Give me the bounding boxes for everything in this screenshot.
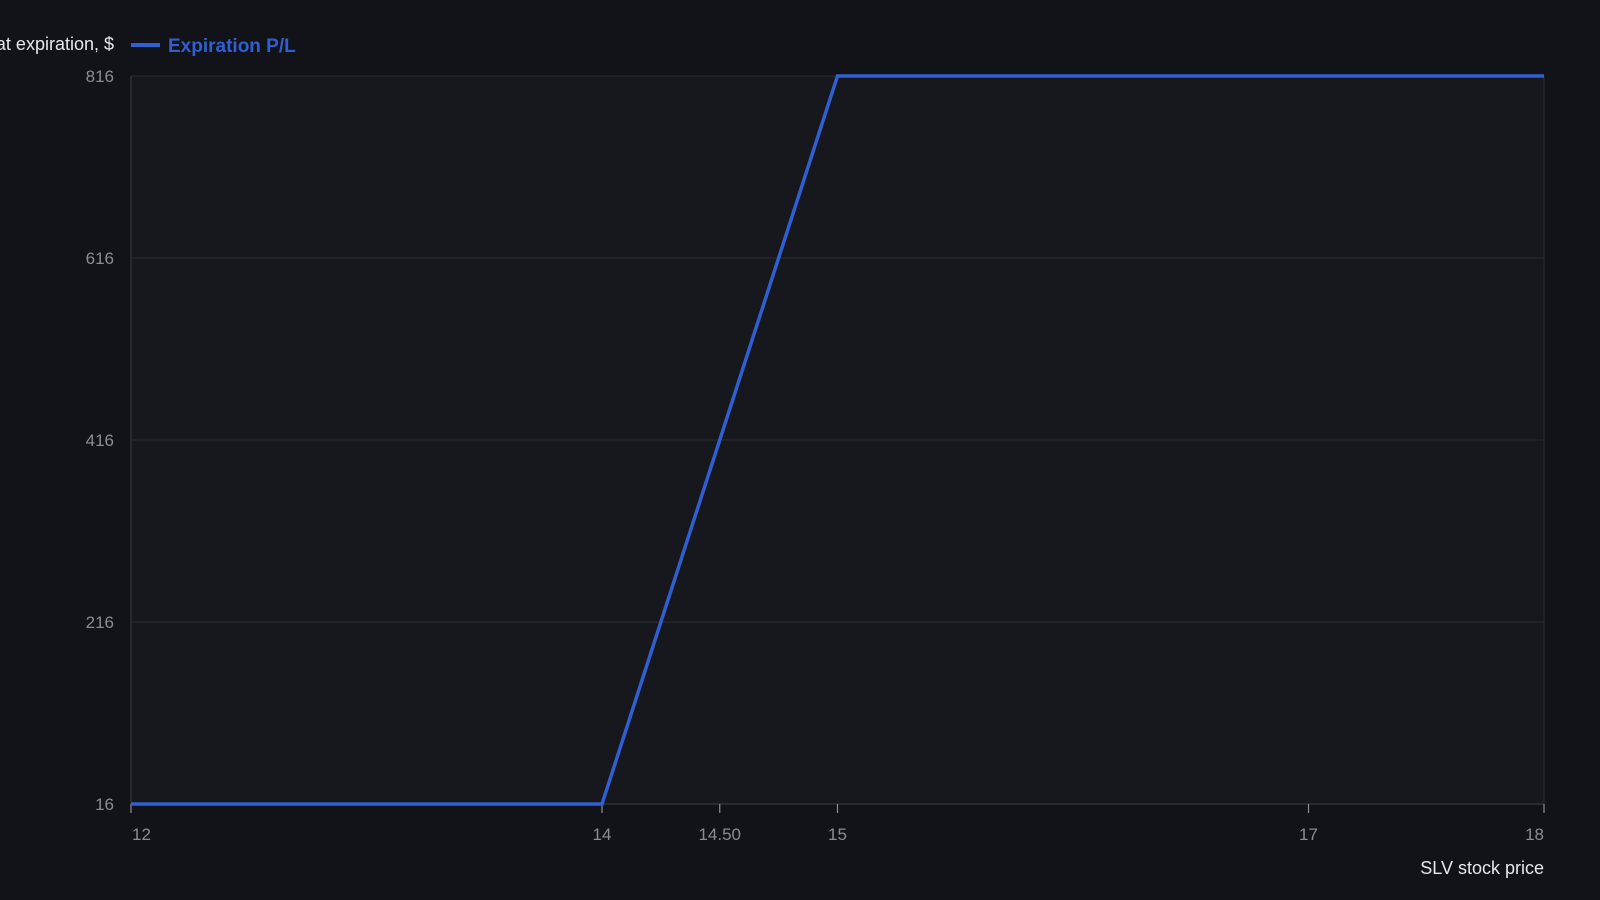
x-tick-label: 12 [132,825,151,844]
y-tick-label: 616 [86,249,114,268]
y-tick-label: 216 [86,613,114,632]
x-tick-label: 15 [828,825,847,844]
y-tick-label: 416 [86,431,114,450]
y-tick-label: 16 [95,795,114,814]
x-tick-label: 17 [1299,825,1318,844]
x-tick-label: 18 [1525,825,1544,844]
y-tick-label: 816 [86,67,114,86]
y-axis-title: Profit/loss at expiration, $ [0,34,114,54]
x-tick-label: 14.50 [698,825,741,844]
x-axis-title: SLV stock price [1420,858,1544,878]
legend-label-expiration-pl: Expiration P/L [168,36,296,57]
x-tick-label: 14 [593,825,612,844]
pl-chart: 16 216 416 616 816 12 14 14.50 15 17 18 Profit/los… [0,34,1545,878]
legend[interactable]: Expiration P/L [131,36,296,57]
